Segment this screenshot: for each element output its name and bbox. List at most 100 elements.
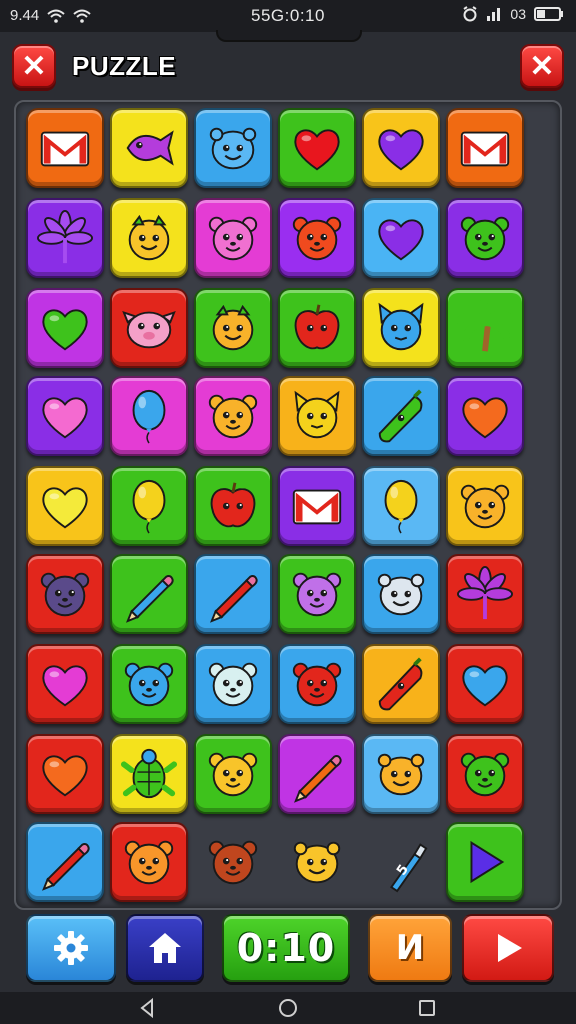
tile-cat[interactable]	[278, 376, 356, 456]
tile-flower[interactable]	[446, 554, 524, 634]
creature-icon	[209, 127, 257, 170]
page-title: PUZZLE	[72, 51, 177, 81]
bear-icon	[124, 662, 174, 707]
tile-heart[interactable]	[446, 376, 524, 456]
tile-bear[interactable]	[446, 466, 524, 546]
bear-icon	[460, 484, 510, 529]
tile-balloon[interactable]	[110, 376, 188, 456]
tile-heart[interactable]	[26, 734, 104, 814]
level-button[interactable]: И	[368, 914, 452, 982]
gmail-icon	[40, 131, 90, 167]
tile-bear[interactable]	[194, 644, 272, 724]
tile-fish[interactable]	[110, 108, 188, 188]
tile-heart[interactable]	[278, 108, 356, 188]
tile-bear[interactable]	[194, 734, 272, 814]
creature-icon	[293, 841, 341, 884]
apple-icon	[210, 482, 256, 528]
tile-heart[interactable]	[26, 376, 104, 456]
tile-pencil[interactable]	[194, 554, 272, 634]
bear-icon	[460, 216, 510, 261]
home-circle-icon[interactable]	[277, 997, 299, 1019]
timer-display: 0:10	[222, 914, 350, 982]
alarm-icon	[463, 6, 477, 22]
tile-bear[interactable]	[26, 554, 104, 634]
heart-icon	[462, 665, 508, 707]
tile-creature[interactable]	[278, 822, 356, 902]
tile-heart[interactable]	[26, 644, 104, 724]
tile-heart[interactable]	[362, 198, 440, 278]
tile-gmail[interactable]	[278, 466, 356, 546]
play-button[interactable]	[462, 914, 554, 982]
recent-apps-icon[interactable]	[416, 997, 438, 1019]
tile-pencil[interactable]	[110, 554, 188, 634]
tile-bear[interactable]	[278, 198, 356, 278]
tile-cat[interactable]	[362, 288, 440, 368]
creature-icon	[377, 753, 425, 796]
tile-bear[interactable]	[194, 822, 272, 902]
heart-icon	[42, 755, 88, 797]
tile-pencil[interactable]	[278, 734, 356, 814]
tile-pencil[interactable]	[26, 822, 104, 902]
tile-bear[interactable]	[110, 822, 188, 902]
tile-balloon[interactable]	[362, 466, 440, 546]
close-right-button[interactable]: ✕	[520, 44, 564, 88]
back-icon[interactable]	[136, 997, 158, 1019]
tile-palm[interactable]	[446, 288, 524, 368]
pepper-icon	[378, 657, 423, 711]
tile-turtle[interactable]	[110, 734, 188, 814]
gmail-icon	[460, 131, 510, 167]
tile-bear[interactable]	[446, 198, 524, 278]
tile-apple[interactable]	[278, 288, 356, 368]
tile-heart[interactable]	[362, 108, 440, 188]
bear-icon	[460, 752, 510, 797]
tile-creature[interactable]	[194, 108, 272, 188]
tile-bear[interactable]	[194, 198, 272, 278]
tile-bear[interactable]	[194, 376, 272, 456]
heart-icon	[42, 665, 88, 707]
tile-creature[interactable]	[362, 734, 440, 814]
tile-bear[interactable]	[278, 554, 356, 634]
balloon-icon	[132, 389, 166, 444]
system-nav-bar	[0, 992, 576, 1024]
creature-icon	[377, 573, 425, 616]
tile-face[interactable]	[194, 288, 272, 368]
tile-heart[interactable]	[26, 466, 104, 546]
cat-icon	[378, 302, 424, 351]
heart-icon	[294, 129, 340, 171]
close-left-button[interactable]: ✕	[12, 44, 56, 88]
timer-text: 0:10	[236, 926, 336, 970]
tile-apple[interactable]	[194, 466, 272, 546]
tile-creature[interactable]	[362, 554, 440, 634]
tile-face[interactable]	[110, 198, 188, 278]
game-screen: 9.44 55G:0:10 03 ✕ PUZZLE ✕ 5 0:10 И	[0, 0, 576, 1024]
heart-icon	[42, 309, 88, 351]
tile-balloon[interactable]	[110, 466, 188, 546]
home-button[interactable]	[126, 914, 204, 982]
gmail-icon	[292, 489, 342, 525]
battery-icon	[534, 7, 563, 21]
tile-play[interactable]	[446, 822, 524, 902]
bear-icon	[208, 662, 258, 707]
bear-icon	[40, 572, 90, 617]
bear-icon	[292, 216, 342, 261]
tile-flower[interactable]	[26, 198, 104, 278]
tile-bottle[interactable]: 5	[362, 822, 440, 902]
pencil-icon	[293, 754, 342, 803]
tile-pepper[interactable]	[362, 376, 440, 456]
tile-heart[interactable]	[26, 288, 104, 368]
tile-pepper[interactable]	[362, 644, 440, 724]
tile-gmail[interactable]	[446, 108, 524, 188]
heart-icon	[378, 129, 424, 171]
tile-bear[interactable]	[446, 734, 524, 814]
bear-icon	[208, 216, 258, 261]
tile-bear[interactable]	[278, 644, 356, 724]
heart-icon	[42, 487, 88, 529]
bear-icon	[292, 662, 342, 707]
tile-bear[interactable]	[110, 644, 188, 724]
tile-heart[interactable]	[446, 644, 524, 724]
tile-pig[interactable]	[110, 288, 188, 368]
heart-icon	[378, 219, 424, 261]
flower-icon	[36, 209, 94, 264]
settings-button[interactable]	[26, 914, 116, 982]
tile-gmail[interactable]	[26, 108, 104, 188]
